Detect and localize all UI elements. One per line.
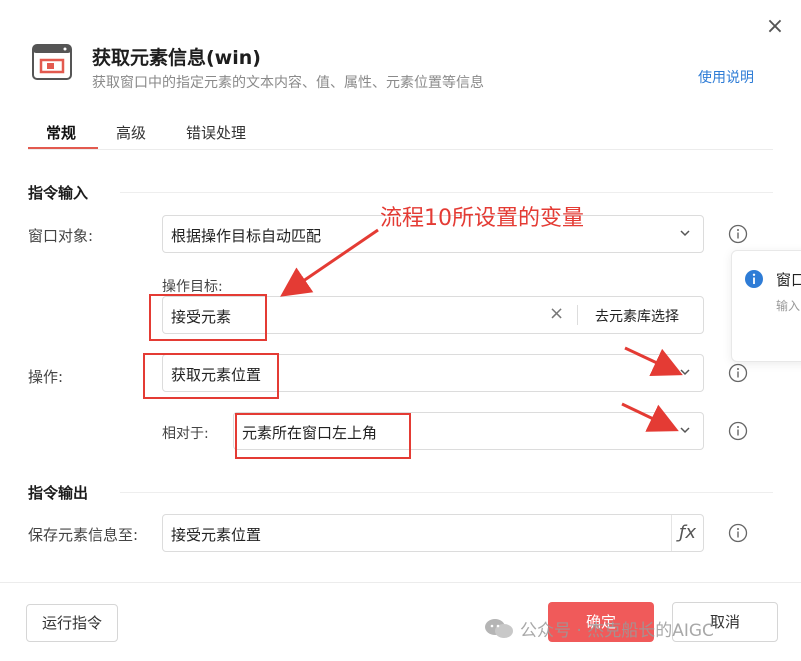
tabs-divider xyxy=(28,149,773,150)
save-info-input[interactable]: 接受元素位置 ƒx xyxy=(162,514,704,552)
run-command-button[interactable]: 运行指令 xyxy=(26,604,118,642)
input-separator xyxy=(577,305,578,325)
save-info-value: 接受元素位置 xyxy=(171,526,262,544)
tab-general[interactable]: 常规 xyxy=(46,122,76,143)
dialog-title: 获取元素信息(win) xyxy=(92,47,261,69)
info-icon[interactable] xyxy=(728,421,748,441)
window-object-value: 根据操作目标自动匹配 xyxy=(171,227,322,245)
dialog-subtitle: 获取窗口中的指定元素的文本内容、值、属性、元素位置等信息 xyxy=(92,75,484,91)
watermark-text: 公众号 · 杰克船长的AIGC xyxy=(520,621,714,641)
tooltip-card: 窗口 输入 xyxy=(731,250,801,362)
tooltip-desc: 输入 xyxy=(776,299,801,313)
input-section-title: 指令输入 xyxy=(28,184,89,202)
close-icon[interactable]: × xyxy=(762,14,788,40)
input-section-divider xyxy=(120,192,773,193)
info-icon[interactable] xyxy=(728,523,748,543)
relative-to-label: 相对于: xyxy=(162,426,209,442)
operation-label: 操作: xyxy=(28,368,64,386)
operation-target-label: 操作目标: xyxy=(162,279,223,295)
chevron-down-icon xyxy=(680,230,690,237)
output-section-title: 指令输出 xyxy=(28,484,89,502)
chevron-down-icon xyxy=(680,427,690,434)
annotation-box-relative xyxy=(235,413,411,459)
tab-error-handling[interactable]: 错误处理 xyxy=(186,122,246,143)
info-filled-icon xyxy=(745,270,763,288)
fx-icon[interactable]: ƒx xyxy=(679,522,696,543)
tooltip-title: 窗口 xyxy=(776,271,801,289)
wechat-icon xyxy=(485,619,513,638)
save-info-label: 保存元素信息至: xyxy=(28,526,139,544)
active-tab-indicator xyxy=(28,147,98,149)
annotation-text: 流程10所设置的变量 xyxy=(380,206,584,231)
output-section-divider xyxy=(120,492,773,493)
chevron-down-icon xyxy=(680,369,690,376)
info-icon[interactable] xyxy=(728,224,748,244)
window-element-icon xyxy=(32,44,72,80)
window-object-label: 窗口对象: xyxy=(28,227,94,245)
help-link[interactable]: 使用说明 xyxy=(698,67,754,87)
annotation-box-operation xyxy=(143,353,279,399)
clear-icon[interactable]: × xyxy=(549,303,564,324)
fx-separator xyxy=(671,515,672,551)
tab-advanced[interactable]: 高级 xyxy=(116,122,146,143)
info-icon[interactable] xyxy=(728,363,748,383)
element-library-button[interactable]: 去元素库选择 xyxy=(595,306,679,326)
annotation-box-target xyxy=(149,294,267,341)
footer-divider xyxy=(0,582,801,583)
